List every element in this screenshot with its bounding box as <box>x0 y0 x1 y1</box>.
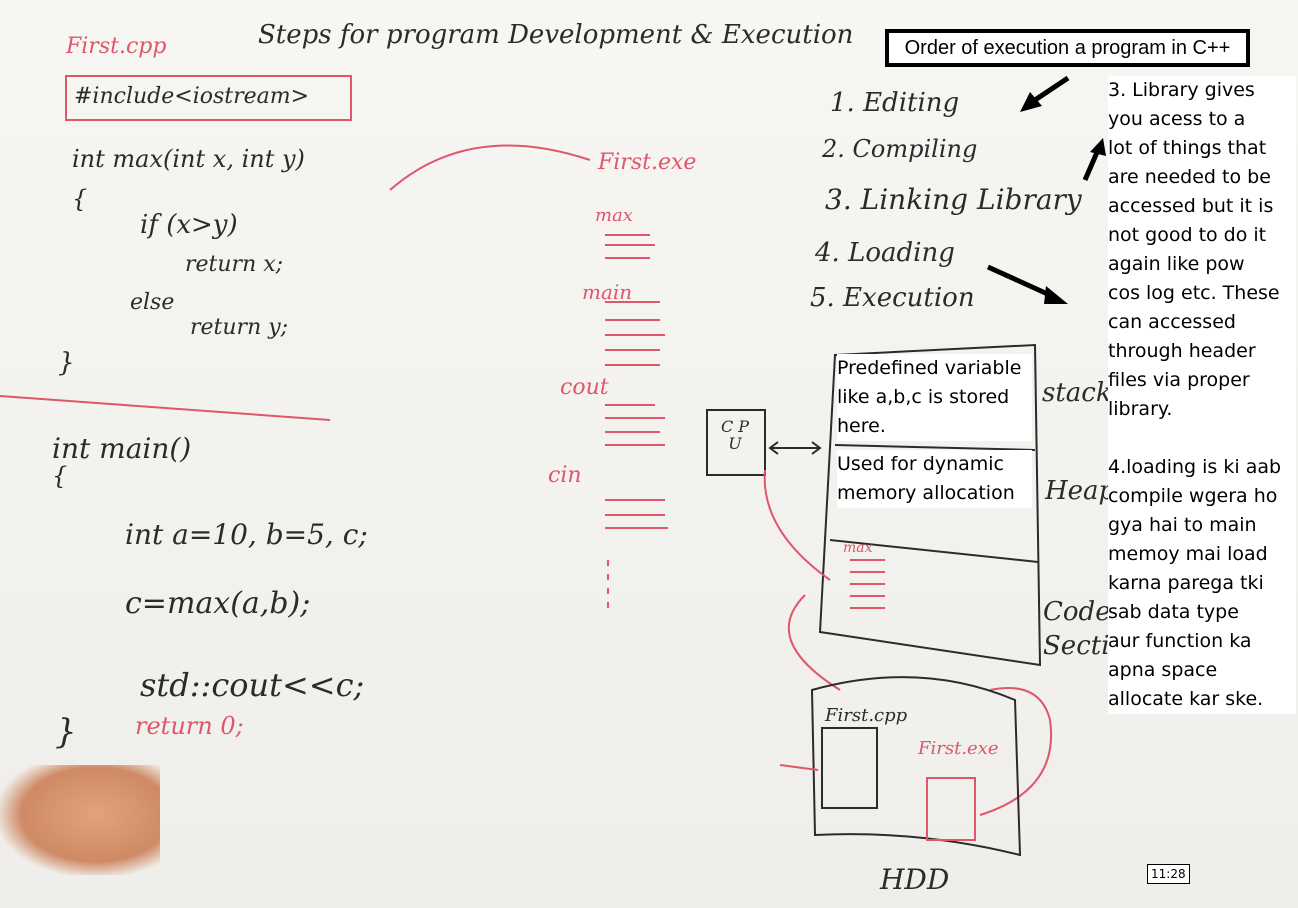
note-line: karna parega tki <box>1108 572 1264 594</box>
presenter-hand <box>0 765 160 875</box>
note-line: 3. Library gives <box>1108 79 1255 101</box>
hdd-file-cpp: First.cpp <box>825 705 908 726</box>
note-line: gya hai to main <box>1108 514 1257 536</box>
cpu-label: C P U <box>720 417 750 453</box>
step-execution: 5. Execution <box>810 283 975 313</box>
divider-line <box>0 395 331 421</box>
code-main-line-4: c=max(a,b); <box>125 586 311 621</box>
note-line: again like pow <box>1108 253 1245 275</box>
stack-note-line: like a,b,c is stored <box>837 386 1010 408</box>
stack-note: Predefined variable like a,b,c is stored… <box>837 354 1032 441</box>
include-line: #include<iostream> <box>74 84 310 109</box>
code-main-line-1: int main() <box>52 432 192 465</box>
step-linking: 3. Linking Library <box>825 183 1082 216</box>
code-max-line-2: { <box>72 185 88 213</box>
note-line: compile wgera ho <box>1108 485 1278 507</box>
note-line: 4.loading is ki aab <box>1108 456 1282 478</box>
note-line: library. <box>1108 398 1173 420</box>
heap-note-line: memory allocation <box>837 482 1015 504</box>
memory-stack-label: stack <box>1042 378 1112 408</box>
code-max-line-6: return y; <box>190 315 289 340</box>
note-line: memoy mai load <box>1108 543 1268 565</box>
compile-arc <box>389 144 591 191</box>
stack-note-line: here. <box>837 415 886 437</box>
note-line: sab data type <box>1108 601 1239 623</box>
hdd-box <box>810 676 1022 857</box>
section-cin: cin <box>548 463 582 488</box>
code-main-line-2: { <box>52 462 68 490</box>
note-line: not good to do it <box>1108 224 1267 246</box>
hdd-file-exe: First.exe <box>918 738 999 759</box>
hdd-label: HDD <box>880 863 950 896</box>
memory-code-label: Code Section <box>1043 597 1142 661</box>
note-line: lot of things that <box>1108 137 1267 159</box>
section-max: max <box>595 205 633 226</box>
note-line <box>1108 424 1296 453</box>
exe-label: First.exe <box>598 150 697 175</box>
memory-heap-label: Heap <box>1045 476 1116 506</box>
code-main-line-5: std::cout<<c; <box>140 666 365 704</box>
note-line: cos log etc. These <box>1108 282 1280 304</box>
board-drawings <box>0 75 1106 857</box>
code-main-line-3: int a=10, b=5, c; <box>125 518 368 551</box>
code-section-max: max <box>843 540 873 556</box>
code-max-line-1: int max(int x, int y) <box>72 145 305 173</box>
note-line: allocate kar ske. <box>1108 688 1264 710</box>
exe-file-icon <box>926 777 976 841</box>
code-max-line-4: return x; <box>185 252 284 277</box>
note-line: files via proper <box>1108 369 1250 391</box>
note-line: aur function ka <box>1108 630 1252 652</box>
board-heading: Steps for program Development & Executio… <box>258 20 854 50</box>
code-main-line-6: return 0; <box>135 712 244 740</box>
note-line: through header <box>1108 340 1256 362</box>
section-cout: cout <box>560 375 609 400</box>
code-max-line-3: if (x>y) <box>140 210 238 240</box>
heap-note: Used for dynamic memory allocation <box>837 450 1032 508</box>
note-line: are needed to be <box>1108 166 1271 188</box>
heap-note-line: Used for dynamic <box>837 453 1004 475</box>
note-line: you acess to a <box>1108 108 1246 130</box>
code-max-line-5: else <box>130 290 175 315</box>
note-line: can accessed <box>1108 311 1236 333</box>
section-main: main <box>582 280 633 304</box>
cpp-file-icon <box>821 727 878 809</box>
file-name-label: First.cpp <box>66 34 167 59</box>
note-line: accessed but it is <box>1108 195 1274 217</box>
library-loading-note: 3. Library gives you acess to a lot of t… <box>1108 76 1296 714</box>
step-compiling: 2. Compiling <box>822 135 978 163</box>
order-title: Order of execution a program in C++ <box>904 36 1231 59</box>
step-loading: 4. Loading <box>815 238 955 268</box>
video-timestamp[interactable]: 11:28 <box>1147 864 1190 884</box>
stack-note-line: Predefined variable <box>837 357 1022 379</box>
code-main-line-7: } <box>55 712 77 752</box>
code-max-line-7: } <box>58 348 75 378</box>
order-title-box: Order of execution a program in C++ <box>885 29 1250 67</box>
note-line: apna space <box>1108 659 1218 681</box>
step-editing: 1. Editing <box>830 88 960 118</box>
code-section-marks <box>850 559 885 609</box>
